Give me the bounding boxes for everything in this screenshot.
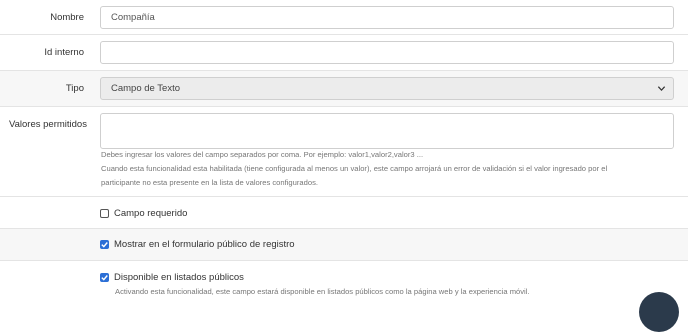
tipo-select[interactable]: Campo de Texto <box>100 77 674 100</box>
valores-help-line-1: Debes ingresar los valores del campo sep… <box>101 150 424 159</box>
requerido-checkbox[interactable] <box>100 209 109 218</box>
valores-row: Valores permitidos Debes ingresar los va… <box>0 107 688 197</box>
checkmark-icon <box>101 275 108 281</box>
nombre-label: Nombre <box>50 12 84 23</box>
valores-help-line-3: participante no esta presente en la list… <box>101 178 318 187</box>
id-interno-row: Id interno <box>0 35 688 71</box>
nombre-row: Nombre Compañía <box>0 0 688 35</box>
listados-checkbox[interactable] <box>100 273 109 282</box>
checkmark-icon <box>101 242 108 248</box>
requerido-label[interactable]: Campo requerido <box>114 208 187 219</box>
id-interno-label: Id interno <box>44 47 84 58</box>
listados-row: Disponible en listados públicos Activand… <box>0 261 688 303</box>
valores-label: Valores permitidos <box>9 119 87 130</box>
tipo-selected-value: Campo de Texto <box>111 83 181 94</box>
listados-label[interactable]: Disponible en listados públicos <box>114 272 244 283</box>
tipo-label: Tipo <box>65 83 84 94</box>
nombre-input[interactable]: Compañía <box>100 6 674 29</box>
id-interno-input[interactable] <box>100 41 674 64</box>
formulario-checkbox[interactable] <box>100 240 109 249</box>
tipo-row: Tipo Campo de Texto <box>0 71 688 107</box>
valores-help-line-2: Cuando esta funcionalidad esta habilitad… <box>101 164 608 173</box>
formulario-row: Mostrar en el formulario público de regi… <box>0 229 688 261</box>
formulario-label[interactable]: Mostrar en el formulario público de regi… <box>114 239 295 250</box>
listados-help: Activando esta funcionalidad, este campo… <box>115 287 530 296</box>
chevron-down-icon <box>657 86 666 92</box>
floating-action-button[interactable] <box>639 292 679 332</box>
requerido-row: Campo requerido <box>0 197 688 229</box>
valores-textarea[interactable] <box>100 113 674 149</box>
